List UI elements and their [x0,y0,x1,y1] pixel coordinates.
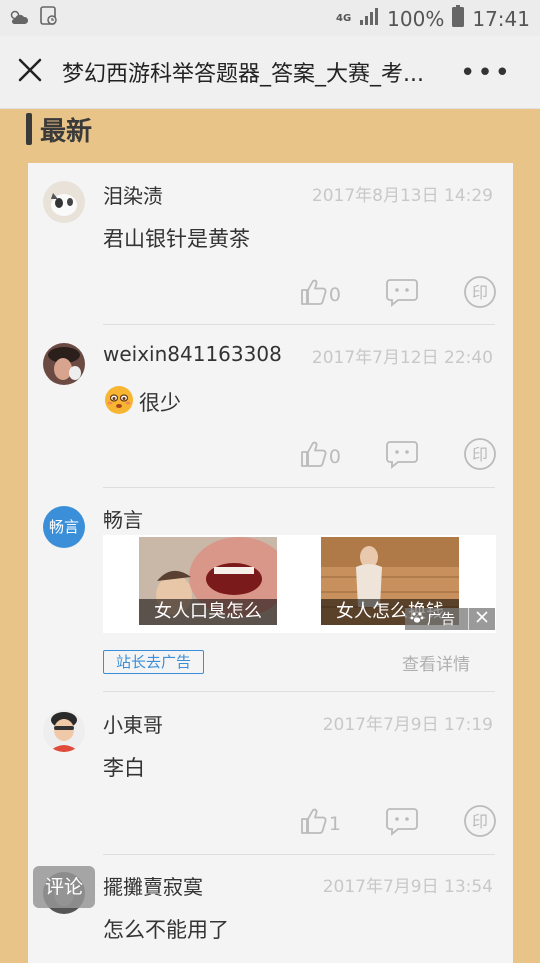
thumbs-up-icon [299,806,329,841]
clock: 17:41 [472,6,530,31]
navigation-bar: 梦幻西游科举答题器_答案_大赛_考... ••• [0,36,540,109]
advertiser-avatar-text: 畅言 [48,518,79,536]
comment-time: 2017年7月9日 13:54 [322,877,493,897]
remove-ads-link[interactable]: 站长去广告 [103,650,205,674]
reply-button[interactable] [385,439,419,474]
like-button[interactable]: 1 [299,806,341,841]
username[interactable]: weixin841163308 [103,342,282,366]
reply-button[interactable] [385,277,419,312]
svg-text:印: 印 [472,812,488,831]
advertiser-name[interactable]: 畅言 [103,504,143,533]
username[interactable]: 小東哥 [103,709,163,738]
comment-float-button[interactable]: 评论 [33,866,95,908]
more-menu-button[interactable]: ••• [460,58,512,88]
comment-text-content: 怎么不能用了 [103,918,229,942]
close-icon[interactable] [14,54,46,86]
like-button[interactable]: 0 [299,439,341,474]
chat-bubble-icon [385,806,419,841]
svg-text:印: 印 [472,445,488,464]
section-title: 最新 [40,116,93,147]
ad-caption: 女人口臭怎么 [139,599,277,625]
comment-text: 李白 [103,752,145,782]
like-button[interactable]: 0 [299,277,341,312]
network-type: 4G [336,12,352,24]
avatar[interactable] [43,181,85,223]
comment-time: 2017年7月9日 17:19 [322,715,493,735]
page-title: 梦幻西游科举答题器_答案_大赛_考... [62,62,424,87]
comment-actions: 0 印 [299,437,497,476]
comment-actions: 1 印 [299,804,497,843]
avatar[interactable] [43,343,85,385]
weather-icon [8,7,30,31]
advertiser-avatar[interactable]: 畅言 [43,506,85,548]
share-button[interactable]: 印 [463,804,497,843]
comment-text-content: 很少 [139,390,181,415]
stamp-icon: 印 [463,275,497,314]
signal-icon [359,6,379,31]
divider [103,691,495,692]
comment-time: 2017年7月12日 22:40 [311,348,493,368]
status-bar: 4G 100% 17:41 [0,0,540,36]
stamp-icon: 印 [463,437,497,476]
comment-text: 君山银针是黄茶 [103,223,250,253]
svg-text:印: 印 [472,283,488,302]
close-ad-icon[interactable] [469,610,495,628]
section-header: 最新 [26,112,93,147]
view-details-link[interactable]: 查看详情 [402,650,470,675]
sim-icon [40,6,58,31]
avatar[interactable] [43,710,85,752]
divider [103,324,495,325]
comment-list: 泪染渍 2017年8月13日 14:29 君山银针是黄茶 0 印 weixin8… [28,163,513,963]
comment-text-content: 君山银针是黄茶 [103,227,250,251]
divider [103,487,495,488]
crying-face-emoji-icon [103,383,135,420]
reply-button[interactable] [385,806,419,841]
thumbs-up-icon [299,277,329,312]
stamp-icon: 印 [463,804,497,843]
like-count: 1 [328,812,341,835]
comment-text: 很少 [103,383,181,420]
comment-time: 2017年8月13日 14:29 [311,186,493,206]
comment-text: 怎么不能用了 [103,914,229,944]
battery-percent: 100% [387,6,445,31]
paw-icon [410,610,424,628]
divider [103,854,495,855]
thumbs-up-icon [299,439,329,474]
battery-icon [452,5,465,32]
comment-text-content: 李白 [103,756,145,780]
ad-tag: 广告 [405,608,495,630]
username[interactable]: 擺攤賣寂寞 [103,871,203,900]
comment-actions: 0 印 [299,275,497,314]
ad-image[interactable]: 女人口臭怎么 [139,537,277,625]
like-count: 0 [328,445,341,468]
ad-tag-label: 广告 [427,612,455,628]
username[interactable]: 泪染渍 [103,180,163,209]
chat-bubble-icon [385,277,419,312]
like-count: 0 [328,283,341,306]
section-accent-bar [26,113,32,145]
share-button[interactable]: 印 [463,437,497,476]
share-button[interactable]: 印 [463,275,497,314]
chat-bubble-icon [385,439,419,474]
